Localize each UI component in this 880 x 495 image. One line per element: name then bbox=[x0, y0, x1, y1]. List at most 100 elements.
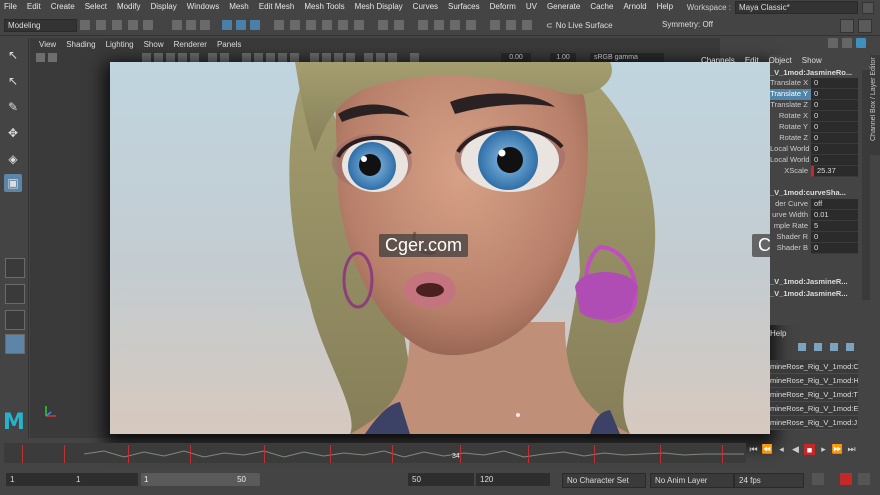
menu-curves[interactable]: Curves bbox=[409, 0, 444, 14]
layer-item[interactable]: mineRose_Rig_V_1mod:H bbox=[770, 374, 858, 388]
undo-icon[interactable] bbox=[128, 20, 138, 30]
new-scene-icon[interactable] bbox=[80, 20, 90, 30]
fps-dropdown[interactable]: 24 fps bbox=[734, 473, 804, 488]
layer-up-icon[interactable] bbox=[798, 343, 806, 351]
channel-menu-channels[interactable]: Channels bbox=[696, 55, 740, 66]
menu-display[interactable]: Display bbox=[147, 0, 183, 14]
rotate-tool-icon[interactable]: ◈ bbox=[4, 150, 22, 168]
menu-mesh-tools[interactable]: Mesh Tools bbox=[300, 0, 350, 14]
axis-icon[interactable] bbox=[828, 38, 838, 48]
menu-file[interactable]: File bbox=[0, 0, 23, 14]
layer-down-icon[interactable] bbox=[814, 343, 822, 351]
go-to-end-icon[interactable]: ⏭ bbox=[846, 444, 857, 455]
channel-row[interactable]: Rotate X0 bbox=[770, 111, 858, 122]
select-tool-icon[interactable]: ↖ bbox=[4, 46, 22, 64]
attribute-editor-toggle-icon[interactable] bbox=[858, 19, 872, 33]
select-by-curve-icon[interactable] bbox=[250, 20, 260, 30]
menu-mesh-display[interactable]: Mesh Display bbox=[351, 0, 409, 14]
select-hierarchy-icon[interactable] bbox=[172, 20, 182, 30]
resolution-gate-icon[interactable] bbox=[166, 53, 175, 62]
menu-help[interactable]: Help bbox=[653, 0, 679, 14]
range-slider[interactable]: 1 50 bbox=[141, 473, 260, 486]
channel-menu-edit[interactable]: Edit bbox=[740, 55, 764, 66]
channel-value[interactable]: 0 bbox=[811, 133, 858, 144]
symmetry-field[interactable]: Symmetry: Off bbox=[662, 19, 713, 31]
channel-value[interactable]: 0 bbox=[811, 78, 858, 89]
channel-row[interactable]: Translate Y0 bbox=[770, 89, 858, 100]
channel-object-title[interactable]: _V_1mod:JasmineRo... bbox=[770, 68, 852, 77]
snap-point-icon[interactable] bbox=[306, 20, 316, 30]
xray-joints-icon[interactable] bbox=[388, 53, 397, 62]
workspace-lock-icon[interactable] bbox=[862, 1, 874, 14]
channel-menu-object[interactable]: Object bbox=[764, 55, 797, 66]
channel-object-title[interactable]: _V_1mod:JasmineR... bbox=[770, 277, 848, 286]
exposure-field[interactable]: 0.00 bbox=[501, 53, 531, 62]
channel-value[interactable]: 0 bbox=[811, 89, 858, 100]
lighting-icon[interactable] bbox=[290, 53, 299, 62]
channel-row[interactable]: der Curve off bbox=[770, 199, 858, 210]
scene-end-field[interactable]: 120 bbox=[476, 473, 550, 486]
channel-row[interactable]: Shader B0 bbox=[770, 243, 858, 254]
channel-menu-show[interactable]: Show bbox=[797, 55, 827, 66]
ambient-occlusion-icon[interactable] bbox=[322, 53, 331, 62]
scale-tool-icon[interactable]: ▣ bbox=[4, 174, 22, 192]
menu-edit-mesh[interactable]: Edit Mesh bbox=[255, 0, 301, 14]
select-by-joint-icon[interactable] bbox=[236, 20, 246, 30]
menu-deform[interactable]: Deform bbox=[486, 0, 522, 14]
channel-object-title[interactable]: _V_1mod:curveSha... bbox=[770, 188, 846, 197]
channel-value[interactable]: 0.01 bbox=[811, 210, 858, 221]
field-chart-icon[interactable] bbox=[190, 53, 199, 62]
input-line-icon[interactable] bbox=[522, 20, 532, 30]
menu-mesh[interactable]: Mesh bbox=[225, 0, 255, 14]
colorspace-dropdown[interactable]: sRGB gamma bbox=[590, 53, 664, 62]
menu-select[interactable]: Select bbox=[81, 0, 113, 14]
menu-modify[interactable]: Modify bbox=[113, 0, 147, 14]
snap-view-icon[interactable] bbox=[354, 20, 364, 30]
channel-box-scrollbar[interactable] bbox=[862, 70, 870, 300]
snap-grid-icon[interactable] bbox=[274, 20, 284, 30]
sidebar-toggle-icon[interactable] bbox=[840, 19, 854, 33]
single-pane-layout-icon[interactable] bbox=[5, 258, 25, 278]
panel-menu-renderer[interactable]: Renderer bbox=[169, 38, 212, 52]
channel-object-title[interactable]: _V_1mod:JasmineR... bbox=[770, 289, 848, 298]
camera-attributes-icon[interactable] bbox=[48, 53, 57, 62]
menuset-dropdown[interactable]: Modeling bbox=[4, 19, 77, 32]
anti-aliasing-icon[interactable] bbox=[346, 53, 355, 62]
layer-item[interactable]: mineRose_Rig_V_1mod:E bbox=[770, 402, 858, 416]
channel-value[interactable]: 0 bbox=[811, 232, 858, 243]
snap-surface-icon[interactable] bbox=[338, 20, 348, 30]
channel-box-vertical-tab[interactable]: Channel Box / Layer Editor bbox=[870, 55, 880, 155]
exposure-icon[interactable] bbox=[410, 53, 419, 62]
menu-surfaces[interactable]: Surfaces bbox=[444, 0, 486, 14]
menu-create[interactable]: Create bbox=[47, 0, 81, 14]
channel-row[interactable]: Translate X0 bbox=[770, 78, 858, 89]
step-forward-frame-icon[interactable]: ▸ bbox=[818, 444, 829, 455]
loop-icon[interactable] bbox=[812, 473, 824, 485]
select-object-icon[interactable] bbox=[186, 20, 196, 30]
channel-row[interactable]: mple Rate 5 bbox=[770, 221, 858, 232]
redo-icon[interactable] bbox=[143, 20, 153, 30]
panel-menu-lighting[interactable]: Lighting bbox=[101, 38, 139, 52]
channel-row[interactable]: Rotate Z0 bbox=[770, 133, 858, 144]
go-to-start-icon[interactable]: ⏮ bbox=[748, 444, 759, 455]
channel-row[interactable]: urve Width 0.01 bbox=[770, 210, 858, 221]
snap-curve-icon[interactable] bbox=[290, 20, 300, 30]
time-slider[interactable]: 34 bbox=[4, 443, 746, 463]
hypershade-icon[interactable] bbox=[466, 20, 476, 30]
channel-row[interactable]: Rotate Y0 bbox=[770, 122, 858, 133]
character-set-dropdown[interactable]: No Character Set bbox=[562, 473, 646, 488]
channel-value[interactable]: 5 bbox=[811, 221, 858, 232]
channel-row[interactable]: Translate Z0 bbox=[770, 100, 858, 111]
smooth-shade-icon[interactable] bbox=[254, 53, 263, 62]
safe-action-icon[interactable] bbox=[208, 53, 217, 62]
paint-select-icon[interactable]: ✎ bbox=[4, 98, 22, 116]
menu-edit[interactable]: Edit bbox=[23, 0, 47, 14]
menu-arnold[interactable]: Arnold bbox=[619, 0, 652, 14]
panel-menu-view[interactable]: View bbox=[34, 38, 61, 52]
gamma-field[interactable]: 1.00 bbox=[550, 53, 576, 62]
four-pane-layout-icon[interactable] bbox=[5, 284, 25, 304]
two-pane-layout-icon[interactable] bbox=[5, 310, 25, 330]
step-back-key-icon[interactable]: ⏪ bbox=[762, 444, 773, 455]
channel-row[interactable]: Local World 0 bbox=[770, 144, 858, 155]
workspace-dropdown[interactable]: Maya Classic* bbox=[735, 1, 858, 14]
